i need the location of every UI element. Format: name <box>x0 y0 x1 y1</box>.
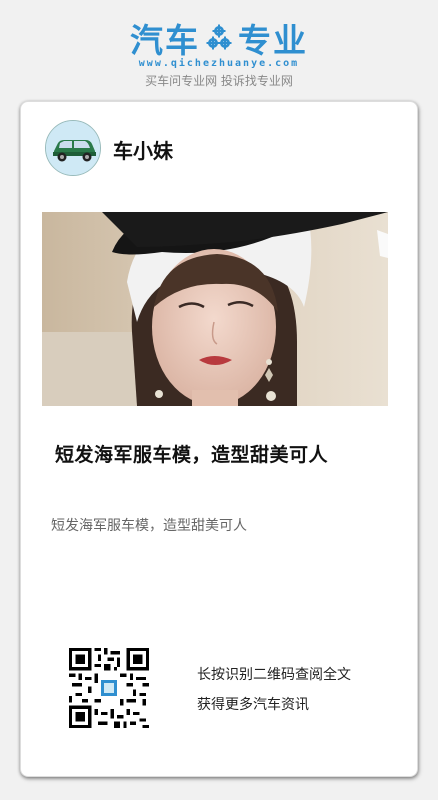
article-image[interactable] <box>42 212 388 406</box>
author-name[interactable]: 车小妹 <box>113 135 173 164</box>
site-logo[interactable]: 汽车 专业 <box>0 18 438 60</box>
logo-text-right: 专业 <box>238 21 308 60</box>
site-header: 汽车 专业 www.qichezhuanye.com 买车问专业网 投诉找专业网 <box>0 0 438 100</box>
qr-code-icon[interactable] <box>69 648 149 728</box>
site-url: www.qichezhuanye.com <box>138 58 300 69</box>
article-card: 车小妹 短发海军服车模，造型甜美可人 短发海军服车模，造型甜美可人 长按识别二维… <box>20 101 418 777</box>
article-title[interactable]: 短发海军服车模，造型甜美可人 <box>55 440 328 467</box>
gear-icon <box>206 24 232 52</box>
car-icon[interactable] <box>45 120 101 176</box>
article-summary: 短发海军服车模，造型甜美可人 <box>51 518 247 534</box>
site-slogan: 买车问专业网 投诉找专业网 <box>145 74 293 88</box>
logo-text-left: 汽车 <box>130 21 200 60</box>
qr-instruction: 长按识别二维码查阅全文 <box>197 667 351 683</box>
qr-subtext: 获得更多汽车资讯 <box>197 697 309 713</box>
